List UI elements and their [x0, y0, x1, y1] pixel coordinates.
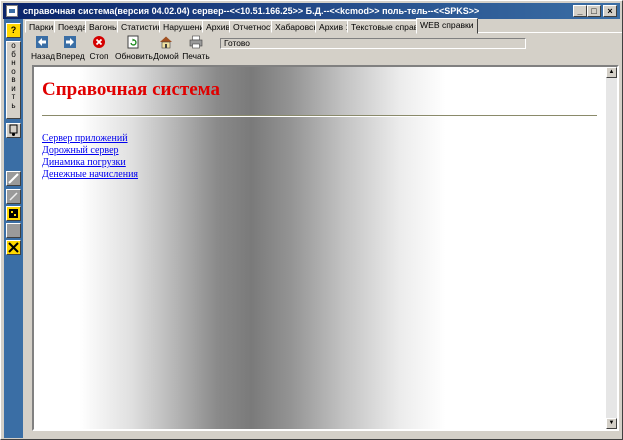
left-tool-strip: ? о б н о в и т ь	[4, 19, 23, 438]
home-label: Домой	[153, 51, 179, 61]
link-road-server[interactable]: Дорожный сервер	[42, 145, 138, 157]
print-label: Печать	[182, 51, 210, 61]
stop-icon	[93, 36, 105, 48]
tab-khabarovsk[interactable]: Хабаровск	[271, 20, 322, 33]
forward-button[interactable]: Вперед	[56, 35, 85, 64]
blank-tool-icon[interactable]	[6, 223, 21, 238]
window-title: справочная система(версия 04.02.04) серв…	[23, 6, 480, 16]
maximize-button[interactable]: □	[587, 5, 601, 17]
tab-parks[interactable]: Парки	[25, 20, 58, 33]
tab-web-reports[interactable]: WEB справки	[416, 18, 478, 34]
link-loading-dynamics[interactable]: Динамика погрузки	[42, 157, 138, 169]
brush-icon[interactable]	[6, 189, 21, 204]
home-icon	[160, 36, 172, 49]
back-arrow-icon	[36, 36, 48, 48]
tab-bar: Парки Поезда Вагоны Статистика Нарушения…	[25, 18, 622, 34]
close-button[interactable]: ×	[603, 5, 617, 17]
refresh-label: Обновить	[115, 51, 153, 61]
forward-label: Вперед	[56, 51, 85, 61]
pencil-icon[interactable]	[6, 171, 21, 186]
status-field: Готово	[220, 38, 526, 49]
printer-icon	[189, 35, 203, 49]
application-window: справочная система(версия 04.02.04) серв…	[0, 0, 623, 440]
stop-label: Стоп	[89, 51, 109, 61]
refresh-button[interactable]: Обновить	[115, 35, 153, 64]
tools-icon[interactable]	[6, 240, 21, 255]
browser-toolbar: Назад Вперед Стоп Обновить Домой Печать …	[25, 34, 622, 64]
grid-icon[interactable]	[6, 206, 21, 221]
vertical-letter: ь	[11, 100, 16, 110]
scroll-up-icon[interactable]: ▲	[606, 67, 617, 78]
print-button[interactable]: Печать	[182, 35, 210, 64]
horizontal-rule	[42, 115, 597, 117]
help-button[interactable]: ?	[6, 23, 21, 38]
title-bar[interactable]: справочная система(версия 04.02.04) серв…	[3, 3, 620, 19]
link-app-server[interactable]: Сервер приложений	[42, 133, 138, 145]
home-button[interactable]: Домой	[153, 35, 179, 64]
connect-icon[interactable]	[6, 123, 21, 138]
refresh-icon	[127, 35, 139, 49]
forward-arrow-icon	[64, 36, 76, 48]
back-label: Назад	[31, 51, 55, 61]
page-title: Справочная система	[42, 79, 220, 100]
vertical-scrollbar[interactable]: ▲ ▼	[606, 67, 617, 429]
back-button[interactable]: Назад	[31, 35, 55, 64]
web-content-area: Справочная система Сервер приложений Дор…	[32, 65, 619, 431]
link-list: Сервер приложений Дорожный сервер Динами…	[42, 133, 138, 181]
link-cash-charges[interactable]: Денежные начисления	[42, 169, 138, 181]
refresh-vertical-button[interactable]: о б н о в и т ь	[6, 41, 21, 119]
page-background: Справочная система Сервер приложений Дор…	[34, 67, 606, 429]
scroll-down-icon[interactable]: ▼	[606, 418, 617, 429]
app-icon	[6, 5, 18, 17]
minimize-button[interactable]: _	[573, 5, 587, 17]
stop-button[interactable]: Стоп	[88, 35, 110, 64]
